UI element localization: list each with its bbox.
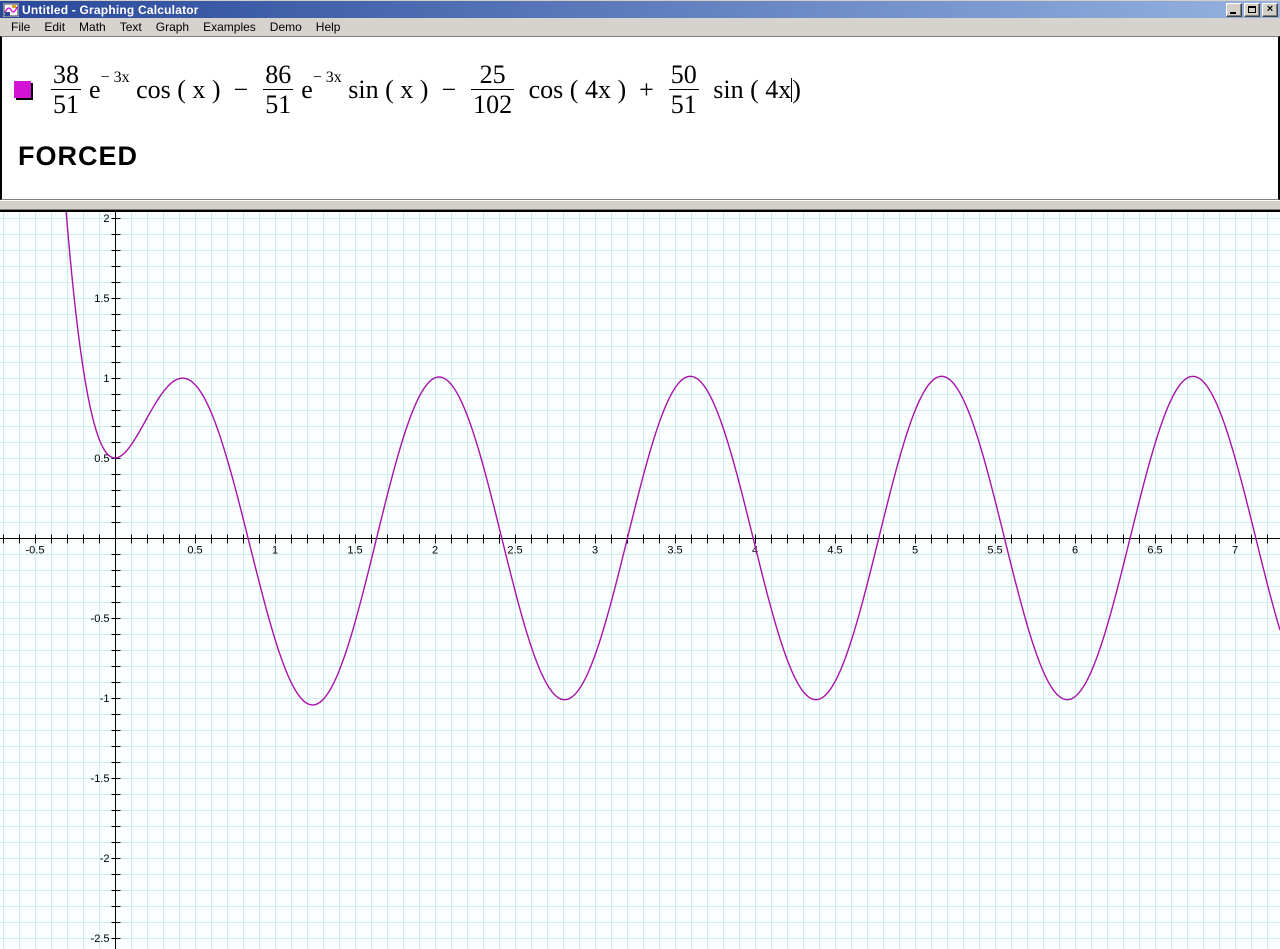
equation-pane[interactable]: 38 51 e − 3x cos ( x ) − 86 51 e − 3x sin ( x … <box>0 36 1280 200</box>
y-tick-label: -2 <box>100 853 110 865</box>
close-button[interactable]: × <box>1262 2 1278 17</box>
x-tick-label: 4.5 <box>827 545 842 557</box>
y-tick-label: -1.5 <box>91 773 110 785</box>
titlebar[interactable]: Untitled - Graphing Calculator × <box>0 0 1280 18</box>
menu-edit[interactable]: Edit <box>37 18 72 37</box>
restore-button[interactable] <box>1244 2 1260 17</box>
window-controls: × <box>1226 2 1278 17</box>
x-tick-label: 2.5 <box>507 545 522 557</box>
x-tick-label: 5.5 <box>987 545 1002 557</box>
x-tick-label: 2 <box>432 545 438 557</box>
pane-splitter[interactable] <box>0 200 1280 210</box>
exponent: − 3x <box>312 69 342 86</box>
x-tick-label: 0.5 <box>187 545 202 557</box>
y-tick-label: -2.5 <box>91 933 110 945</box>
annotation-text[interactable]: FORCED <box>18 141 1278 172</box>
x-tick-label: 3 <box>592 545 598 557</box>
x-tick-label: 5 <box>912 545 918 557</box>
equation-text: e <box>89 74 101 104</box>
x-tick-label: 1.5 <box>347 545 362 557</box>
app-icon <box>3 2 19 17</box>
x-tick-label: 7 <box>1232 545 1238 557</box>
y-tick-label: 1.5 <box>94 293 109 305</box>
minimize-icon <box>1230 11 1236 14</box>
menu-examples[interactable]: Examples <box>196 18 263 37</box>
menu-graph[interactable]: Graph <box>149 18 196 37</box>
equation-text: sin ( 4x <box>706 74 792 104</box>
x-tick-label: 1 <box>272 545 278 557</box>
fraction: 50 51 <box>668 60 699 120</box>
menu-bar: File Edit Math Text Graph Examples Demo … <box>0 18 1280 36</box>
equation-text: cos ( x ) − <box>129 74 262 104</box>
exponent: − 3x <box>100 69 130 86</box>
fraction: 25 102 <box>471 60 515 120</box>
y-tick-label: 2 <box>103 213 109 225</box>
equation-text: e <box>301 74 313 104</box>
equation-text: ) <box>792 74 801 104</box>
equation-row: 38 51 e − 3x cos ( x ) − 86 51 e − 3x sin ( x … <box>14 61 1278 119</box>
window-title: Untitled - Graphing Calculator <box>22 2 199 17</box>
fraction: 86 51 <box>263 60 294 120</box>
equation-expression[interactable]: 38 51 e − 3x cos ( x ) − 86 51 e − 3x sin ( x … <box>49 61 801 119</box>
menu-help[interactable]: Help <box>309 18 348 37</box>
x-tick-label: 6 <box>1072 545 1078 557</box>
fraction: 38 51 <box>51 60 81 120</box>
graph-canvas[interactable]: -0.5 0.5 1 1.5 2 2.5 3 3.5 4 4.5 5 5.5 6 6.5 721.510.5… <box>0 212 1280 949</box>
menu-file[interactable]: File <box>4 18 37 37</box>
close-icon: × <box>1266 2 1274 15</box>
restore-icon <box>1248 5 1256 13</box>
menu-demo[interactable]: Demo <box>263 18 309 37</box>
menu-math[interactable]: Math <box>72 18 113 37</box>
equation-text: sin ( x ) − <box>341 74 470 104</box>
curve-color-swatch[interactable] <box>14 81 31 99</box>
x-tick-label: 6.5 <box>1147 545 1162 557</box>
y-tick-label: -1 <box>100 693 110 705</box>
menu-text[interactable]: Text <box>113 18 149 37</box>
graph-pane[interactable]: -0.5 0.5 1 1.5 2 2.5 3 3.5 4 4.5 5 5.5 6 6.5 7 2 1.5 1 0.5… <box>0 210 1280 949</box>
app-window: Untitled - Graphing Calculator × File Ed… <box>0 0 1280 949</box>
minimize-button[interactable] <box>1226 2 1242 17</box>
y-tick-label: 1 <box>103 373 109 385</box>
x-tick-label: -0.5 <box>26 545 45 557</box>
y-tick-label: -0.5 <box>91 613 110 625</box>
equation-text: cos ( 4x ) + <box>522 74 667 104</box>
x-tick-label: 3.5 <box>667 545 682 557</box>
